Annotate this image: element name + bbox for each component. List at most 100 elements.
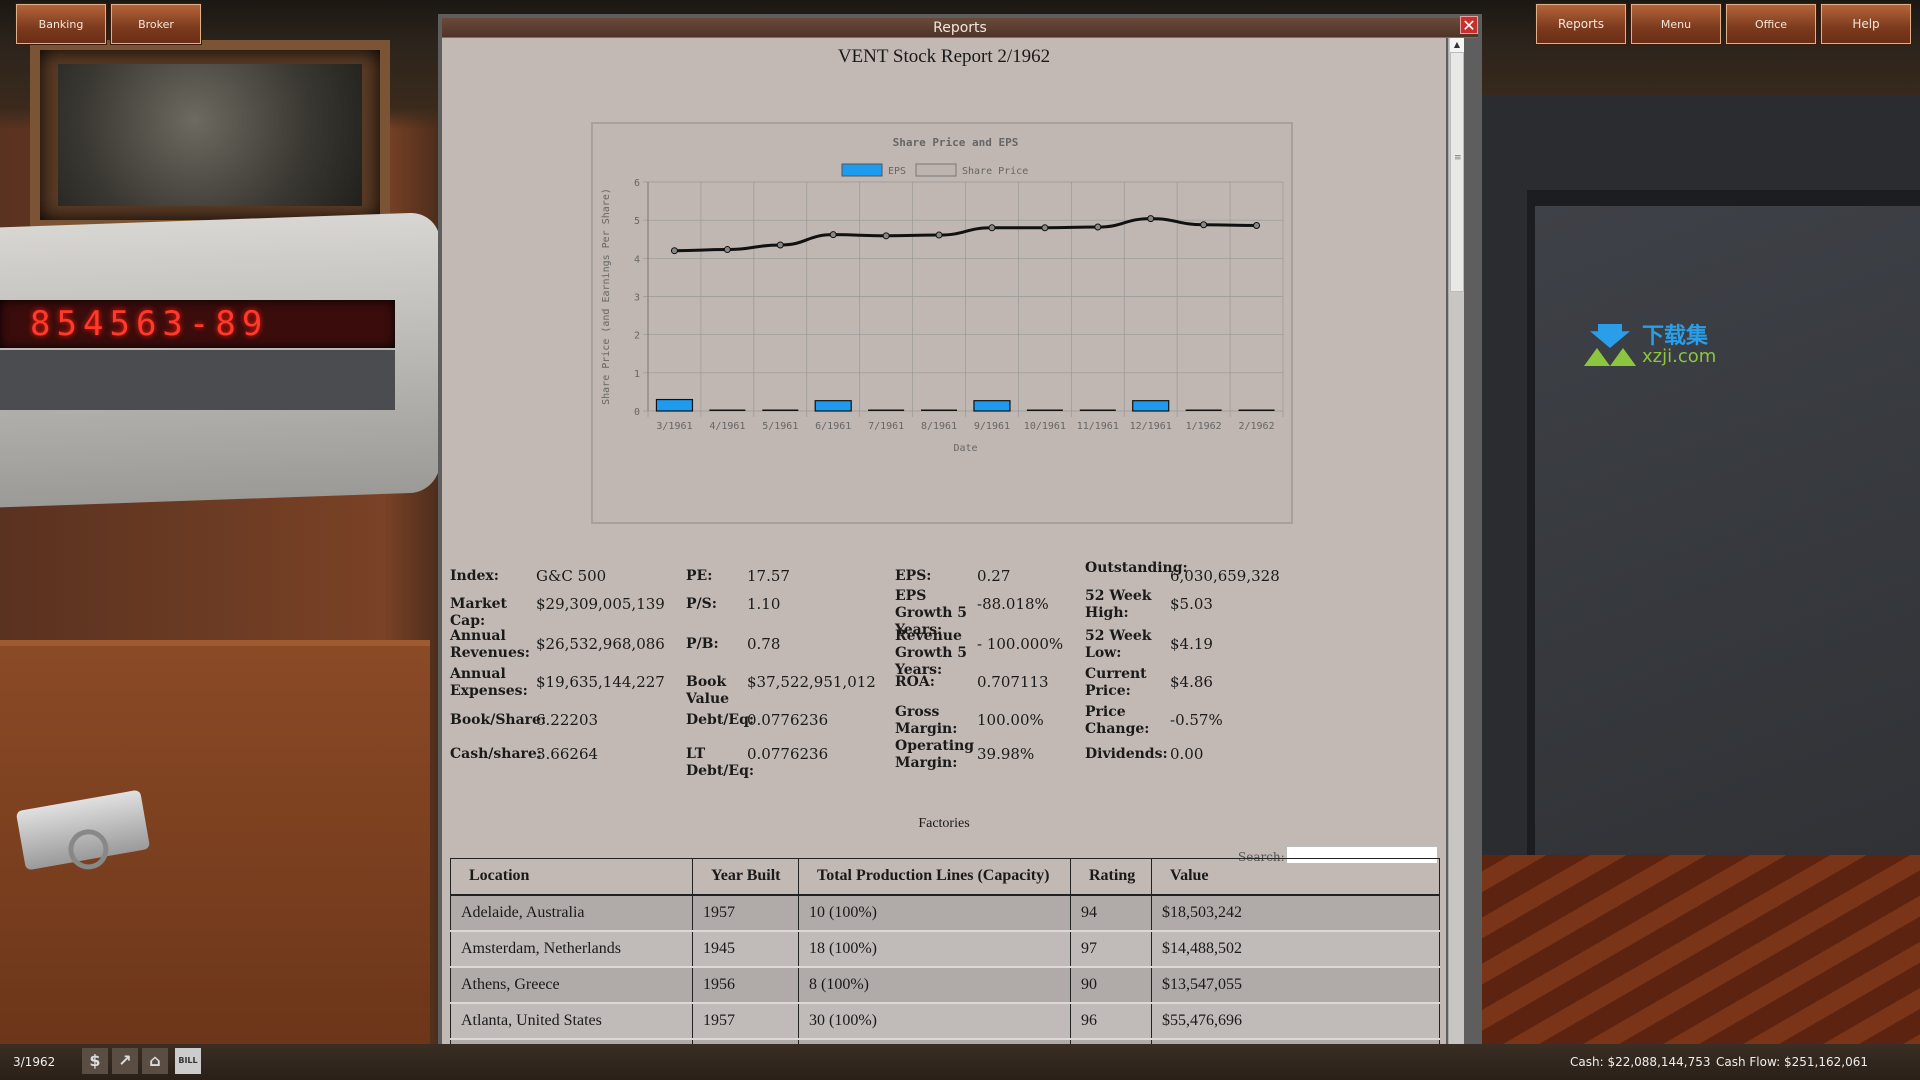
- eps-bar: [973, 400, 1011, 412]
- stat-value: 1.10: [747, 595, 781, 613]
- scroll-thumb[interactable]: ≡: [1450, 52, 1464, 292]
- table-cell: Athens, Greece: [450, 966, 693, 1004]
- dollar-icon[interactable]: $: [82, 1048, 108, 1074]
- photo-frame: [30, 40, 390, 230]
- eps-bar: [655, 398, 694, 412]
- share-price-point: [882, 232, 890, 240]
- reports-button[interactable]: Reports: [1536, 4, 1626, 44]
- table-cell: 8 (100%): [798, 966, 1071, 1004]
- stat-label: EPS:: [895, 568, 932, 584]
- legend-share-price-label: Share Price: [962, 166, 1028, 177]
- share-price-point: [935, 231, 943, 239]
- stat-value: $37,522,951,012: [747, 673, 876, 691]
- col-location[interactable]: Location: [450, 858, 693, 896]
- y-tick-label: 4: [634, 254, 640, 265]
- share-price-point: [1147, 215, 1155, 223]
- stat-label: Price Change:: [1085, 704, 1150, 737]
- table-cell: $14,488,502: [1151, 930, 1440, 968]
- stat-label: PE:: [686, 568, 713, 584]
- x-tick-label: 12/1961: [1130, 421, 1172, 432]
- stat-label: Dividends:: [1085, 746, 1168, 762]
- share-price-point: [988, 224, 996, 232]
- eps-bar: [814, 400, 852, 412]
- stat-value: $29,309,005,139: [536, 595, 665, 613]
- table-cell: 1957: [692, 894, 799, 932]
- share-price-point: [723, 246, 731, 254]
- legend-eps-label: EPS: [888, 166, 906, 177]
- chart-icon[interactable]: ↗: [112, 1048, 138, 1074]
- stat-value: 6,030,659,328: [1170, 567, 1280, 585]
- stat-label: Market Cap:: [450, 596, 508, 629]
- x-tick-label: 11/1961: [1077, 421, 1119, 432]
- x-tick-label: 9/1961: [974, 421, 1010, 432]
- clock-digit: 5: [109, 304, 130, 344]
- broker-button[interactable]: Broker: [111, 4, 201, 44]
- col-value[interactable]: Value: [1151, 858, 1440, 896]
- vertical-scrollbar[interactable]: ▲ ≡ ▼: [1448, 38, 1464, 1060]
- office-button[interactable]: Office: [1726, 4, 1816, 44]
- table-row[interactable]: Amsterdam, Netherlands 1945 18 (100%) 97 $14…: [450, 930, 1440, 968]
- clock-digit: 5: [56, 304, 77, 344]
- stat-value: 0.707113: [977, 673, 1049, 691]
- stat-label: 52 Week Low:: [1085, 628, 1152, 661]
- stat-label: Operating Margin:: [895, 738, 975, 771]
- office-monitor[interactable]: [1482, 95, 1920, 855]
- table-cell: 18 (100%): [798, 930, 1071, 968]
- clock-digit: 8: [215, 304, 236, 344]
- stat-label: Book Value: [686, 674, 730, 707]
- factories-table: Location Year Built Total Production Lin…: [450, 858, 1440, 1060]
- table-cell: 1945: [692, 930, 799, 968]
- eps-bar: [1026, 409, 1063, 411]
- bank-icon[interactable]: ⌂: [142, 1048, 168, 1074]
- desk-clock-keypad[interactable]: [0, 350, 395, 410]
- stat-value: 0.0776236: [747, 745, 829, 763]
- table-cell: $18,503,242: [1151, 894, 1440, 932]
- factories-title: Factories: [918, 816, 970, 831]
- stat-value: 100.00%: [977, 711, 1044, 729]
- banking-button[interactable]: Banking: [16, 4, 106, 44]
- table-cell: 97: [1070, 930, 1152, 968]
- eps-bar: [1238, 409, 1275, 411]
- x-axis-label: Date: [953, 443, 977, 454]
- table-cell: $13,547,055: [1151, 966, 1440, 1004]
- table-row[interactable]: Atlanta, United States 1957 30 (100%) 96 $55…: [450, 1002, 1440, 1040]
- scroll-up-icon[interactable]: ▲: [1450, 38, 1464, 52]
- col-year-built[interactable]: Year Built: [692, 858, 799, 896]
- help-button[interactable]: Help: [1821, 4, 1911, 44]
- table-cell: 1957: [692, 1002, 799, 1040]
- bill-icon[interactable]: BILL: [175, 1048, 201, 1074]
- stat-label: ROA:: [895, 674, 935, 690]
- chart-container: Share Price and EPS EPS Share Price 0 1 2 3 4 5 6…: [591, 122, 1293, 524]
- eps-bar: [1079, 409, 1116, 411]
- stat-value: 0.00: [1170, 745, 1204, 763]
- desk-clock-display[interactable]: 854563-89: [0, 300, 395, 348]
- x-tick-label: 1/1962: [1186, 421, 1222, 432]
- table-cell: 30 (100%): [798, 1002, 1071, 1040]
- x-tick-label: 2/1962: [1238, 421, 1274, 432]
- clock-digit: 4: [82, 304, 104, 344]
- stat-value: $4.19: [1170, 635, 1213, 653]
- close-icon[interactable]: ✕: [1460, 16, 1478, 35]
- share-price-point: [1200, 221, 1208, 229]
- watermark-cn: 下载集: [1642, 324, 1709, 349]
- window-titlebar[interactable]: Reports: [442, 18, 1478, 38]
- stat-label: 52 Week High:: [1085, 588, 1152, 621]
- table-row[interactable]: Adelaide, Australia 1957 10 (100%) 94 $18,50…: [450, 894, 1440, 932]
- stat-label: Revenue Growth 5 Years:: [895, 628, 967, 678]
- stat-value: $4.86: [1170, 673, 1213, 691]
- menu-button[interactable]: Menu: [1631, 4, 1721, 44]
- col-rating[interactable]: Rating: [1070, 858, 1152, 896]
- eps-bar: [762, 409, 799, 411]
- stat-label: Gross Margin:: [895, 704, 958, 737]
- share-price-point: [1094, 223, 1102, 231]
- share-price-point: [1253, 222, 1261, 230]
- col-production-lines[interactable]: Total Production Lines (Capacity): [798, 858, 1071, 896]
- y-tick-label: 2: [634, 331, 640, 342]
- report-content: VENT Stock Report 2/1962 Share Price and…: [442, 38, 1446, 1060]
- stat-value: $19,635,144,227: [536, 673, 665, 691]
- stat-label: P/B:: [686, 636, 719, 652]
- table-row[interactable]: Athens, Greece 1956 8 (100%) 90 $13,547,055: [450, 966, 1440, 1004]
- x-tick-label: 5/1961: [762, 421, 798, 432]
- stat-value: 3.66264: [536, 745, 599, 763]
- stat-label: P/S:: [686, 596, 717, 612]
